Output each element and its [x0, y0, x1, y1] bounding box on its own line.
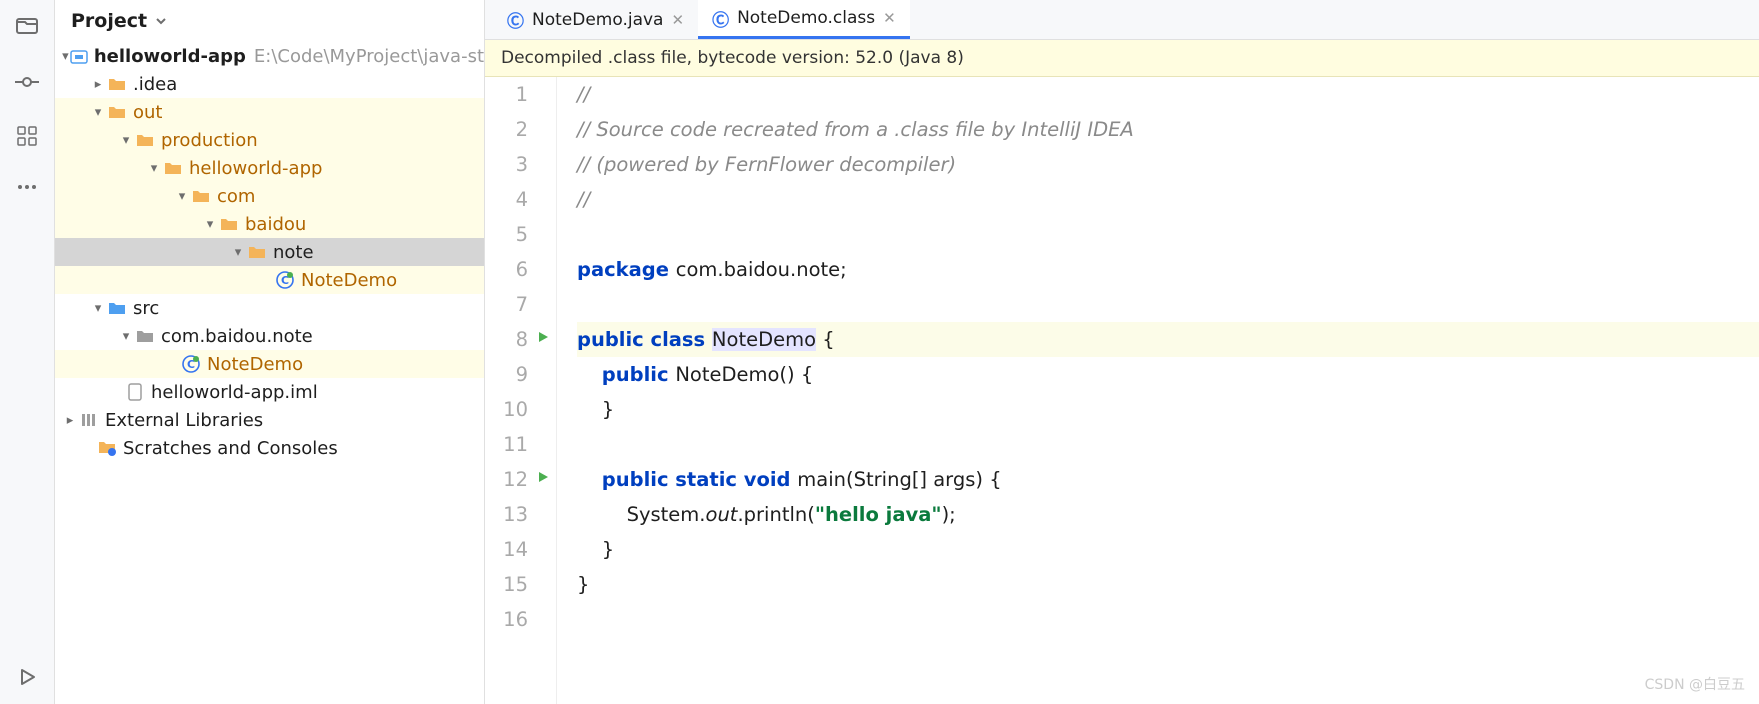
class-icon: Ⓒ [507, 7, 524, 32]
editor-tabs: Ⓒ NoteDemo.java ✕ Ⓒ NoteDemo.class ✕ [485, 0, 1759, 40]
folder-icon [219, 217, 239, 231]
source-folder-icon [107, 301, 127, 315]
tree-src[interactable]: ▾ src [55, 294, 484, 322]
tab-notedemo-class[interactable]: Ⓒ NoteDemo.class ✕ [698, 0, 910, 39]
folder-icon [247, 245, 267, 259]
chevron-down-icon [155, 15, 167, 27]
gutter[interactable]: 12345678910111213141516 [485, 77, 557, 704]
project-header[interactable]: Project [55, 0, 484, 42]
tree-out[interactable]: ▾ out [55, 98, 484, 126]
tool-rail [0, 0, 55, 704]
tab-label: NoteDemo.class [737, 8, 875, 28]
folder-icon [135, 133, 155, 147]
library-icon [79, 412, 99, 428]
tree-notedemo-java[interactable]: C NoteDemo [55, 350, 484, 378]
class-icon: Ⓒ [712, 6, 729, 31]
more-tool-icon[interactable] [17, 184, 37, 190]
structure-tool-icon[interactable] [17, 126, 37, 146]
tree-iml[interactable]: helloworld-app.iml [55, 378, 484, 406]
watermark: CSDN @白豆五 [1645, 674, 1745, 694]
project-title: Project [71, 10, 147, 32]
class-icon: C [181, 355, 201, 373]
tree-notedemo-class[interactable]: C NoteDemo [55, 266, 484, 294]
code-body[interactable]: //// Source code recreated from a .class… [557, 77, 1759, 704]
tab-notedemo-java[interactable]: Ⓒ NoteDemo.java ✕ [493, 0, 698, 39]
tree-extlib[interactable]: ▸ External Libraries [55, 406, 484, 434]
commit-tool-icon[interactable] [15, 76, 39, 88]
scratches-icon [97, 440, 117, 456]
file-icon [125, 383, 145, 401]
tree-baidou[interactable]: ▾ baidou [55, 210, 484, 238]
class-icon: C [275, 271, 295, 289]
tree-production[interactable]: ▾ production [55, 126, 484, 154]
folder-tool-icon[interactable] [15, 14, 39, 38]
tree-scratches[interactable]: Scratches and Consoles [55, 434, 484, 462]
tree-note[interactable]: ▾ note [55, 238, 484, 266]
package-icon [135, 329, 155, 343]
code-editor[interactable]: 12345678910111213141516 //// Source code… [485, 77, 1759, 704]
folder-icon [191, 189, 211, 203]
tree-root[interactable]: ▾ helloworld-app E:\Code\MyProject\java-… [55, 42, 484, 70]
decompile-banner: Decompiled .class file, bytecode version… [485, 40, 1759, 77]
project-tree[interactable]: ▾ helloworld-app E:\Code\MyProject\java-… [55, 42, 484, 704]
tree-package[interactable]: ▾ com.baidou.note [55, 322, 484, 350]
project-panel: Project ▾ helloworld-app E:\Code\MyProje… [55, 0, 485, 704]
run-tool-icon[interactable] [18, 668, 36, 686]
tree-com[interactable]: ▾ com [55, 182, 484, 210]
close-icon[interactable]: ✕ [883, 9, 896, 27]
folder-icon [107, 105, 127, 119]
folder-icon [107, 77, 127, 91]
editor-area: Ⓒ NoteDemo.java ✕ Ⓒ NoteDemo.class ✕ Dec… [485, 0, 1759, 704]
folder-icon [163, 161, 183, 175]
tree-hwapp[interactable]: ▾ helloworld-app [55, 154, 484, 182]
close-icon[interactable]: ✕ [671, 11, 684, 29]
module-icon [70, 48, 88, 64]
tree-idea[interactable]: ▸ .idea [55, 70, 484, 98]
tab-label: NoteDemo.java [532, 10, 663, 30]
